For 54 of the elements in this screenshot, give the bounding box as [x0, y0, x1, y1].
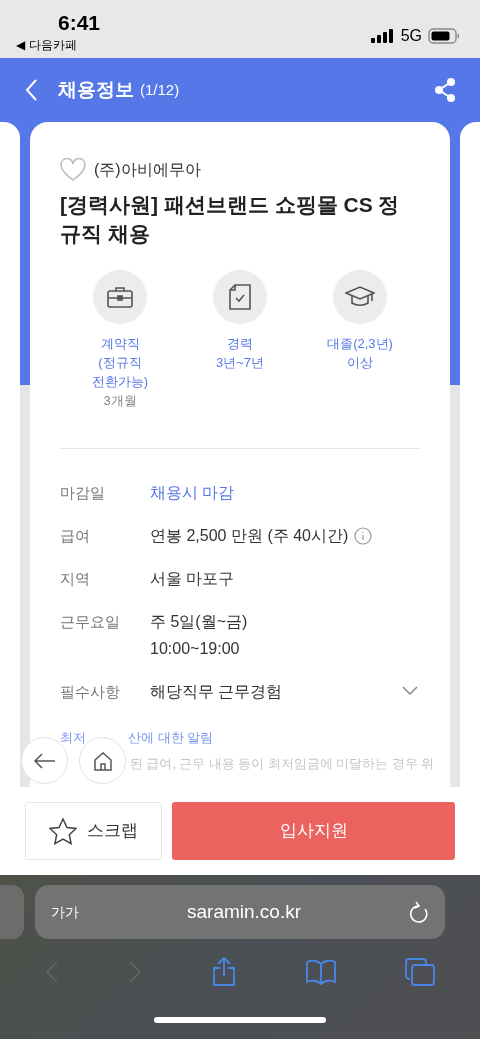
back-to-app-link[interactable]: ◀ 다음카페: [16, 37, 78, 53]
detail-value: 주 5일(월~금): [150, 612, 248, 632]
detail-label: 근무요일: [60, 612, 121, 632]
text-size-button[interactable]: 가가: [51, 901, 79, 923]
detail-label: 급여: [60, 526, 91, 546]
home-icon: [92, 750, 113, 771]
summary-text: 대졸(2,3년): [327, 335, 393, 353]
summary-text: 이상: [347, 354, 373, 372]
summary-text: 3년~7년: [215, 354, 265, 372]
company-name: (주)아비에무아: [94, 160, 201, 180]
reload-icon[interactable]: [409, 901, 429, 923]
summary-text: (정규직: [98, 354, 142, 372]
info-icon[interactable]: [354, 527, 373, 545]
summary-text: 경력: [227, 335, 253, 353]
document-check-icon: [229, 284, 251, 310]
graduation-cap-icon: [345, 285, 375, 309]
detail-value: 10:00~19:00: [150, 639, 240, 659]
detail-label: 지역: [60, 569, 91, 589]
share-icon[interactable]: [212, 957, 236, 987]
notice-text: 된 급여, 근무 내용 등이 최저임금에 미달하는 경우 위: [130, 756, 435, 773]
arrow-left-icon: [33, 752, 56, 769]
summary-text: 계약직: [100, 335, 140, 353]
job-title: [경력사원] 패션브랜드 쇼핑몰 CS 정규직 채용: [60, 192, 401, 247]
heart-icon[interactable]: [60, 158, 86, 182]
deadline-link[interactable]: 채용시 마감: [150, 481, 235, 505]
share-icon[interactable]: [434, 78, 456, 102]
url-text: saramin.co.kr: [186, 899, 302, 924]
status-time: 6:41: [58, 10, 101, 36]
network-label: 5G: [400, 26, 422, 46]
summary-note: 3개월: [103, 392, 137, 410]
battery-icon: [428, 28, 460, 44]
apply-button[interactable]: 입사지원: [172, 802, 455, 860]
tab-preview[interactable]: [0, 885, 24, 939]
tabs-icon[interactable]: [405, 958, 436, 986]
detail-label: 마감일: [60, 483, 106, 503]
scrap-button[interactable]: 스크랩: [25, 802, 162, 860]
briefcase-icon: [107, 285, 133, 309]
detail-label: 필수사항: [60, 682, 121, 702]
star-icon: [49, 817, 77, 845]
page-counter: (1/12): [140, 79, 180, 100]
chevron-down-icon[interactable]: [402, 686, 418, 696]
signal-icon: [370, 29, 395, 43]
address-bar[interactable]: 가가 saramin.co.kr: [35, 885, 445, 939]
detail-value: 연봉 2,500 만원 (주 40시간): [150, 526, 349, 546]
detail-value: 서울 마포구: [150, 569, 235, 589]
page-title: 채용정보: [58, 77, 134, 102]
notice-title[interactable]: 산에 대한 알림: [128, 728, 214, 748]
notice-title[interactable]: 최저: [60, 728, 86, 748]
chevron-right-icon[interactable]: [128, 961, 143, 983]
back-icon[interactable]: [24, 78, 38, 102]
chevron-left-icon[interactable]: [44, 961, 59, 983]
book-icon[interactable]: [305, 959, 336, 985]
detail-value: 해당직무 근무경험: [150, 682, 283, 702]
summary-text: 전환가능): [91, 373, 149, 391]
